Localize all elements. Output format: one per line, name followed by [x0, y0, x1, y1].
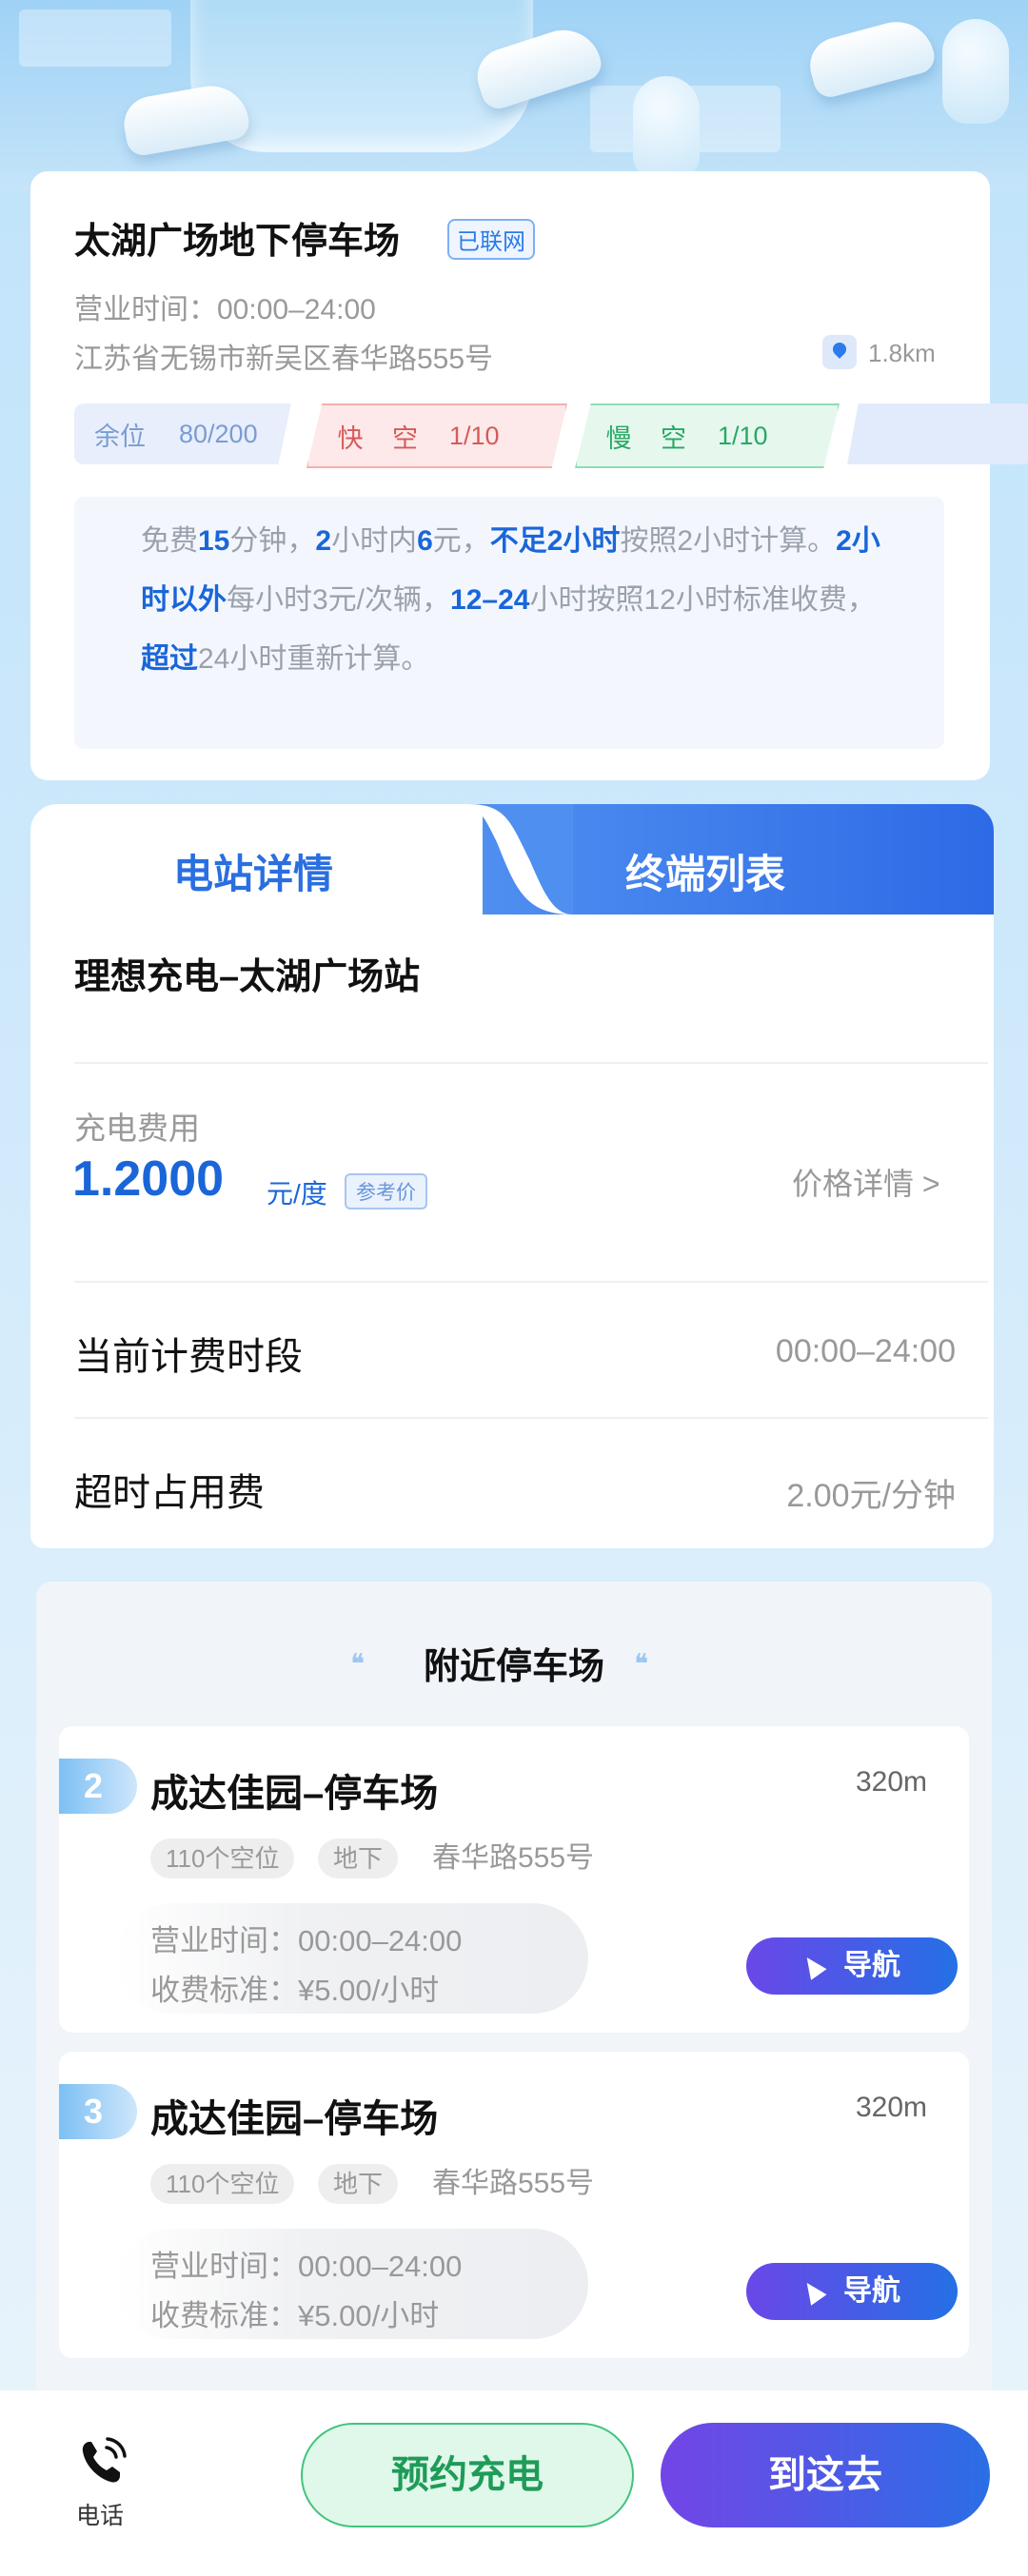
nearby-lot-road: 春华路555号 [432, 2168, 595, 2199]
slow-label: 慢 [605, 423, 632, 453]
navigation-arrow-icon [799, 1952, 827, 1980]
reserve-charging-button[interactable]: 预约充电 [301, 2423, 634, 2527]
overtime-fee-value: 2.00元/分钟 [786, 1478, 956, 1514]
slow-charger-pill: 慢 空 1/10 [575, 403, 840, 468]
nearby-lot-distance: 320m [855, 2092, 927, 2123]
nearby-lot-road: 春华路555号 [432, 1842, 595, 1874]
navigation-arrow-icon [799, 2277, 827, 2306]
hero-illustration [0, 0, 1028, 190]
fee-rule-box: 免费15分钟，2小时内6元，不足2小时按照2小时计算。2小时以外每小时3元/次辆… [74, 497, 944, 749]
billing-period-label: 当前计费时段 [74, 1336, 303, 1378]
nearby-lot-item[interactable]: 3 成达佳园–停车场 320m 110个空位 地下 春华路555号 营业时间：0… [59, 2052, 969, 2358]
fast-status: 空 [392, 423, 418, 453]
online-badge: 已联网 [447, 219, 535, 260]
charge-fee-label: 充电费用 [74, 1111, 200, 1146]
free-spaces-chip: 110个空位 [150, 1839, 295, 1878]
parking-distance: 1.8km [868, 339, 936, 367]
parking-name: 太湖广场地下停车场 [74, 222, 401, 262]
nearby-lot-name: 成达佳园–停车场 [150, 2098, 439, 2140]
underground-chip: 地下 [318, 2164, 399, 2204]
nearby-lot-distance: 320m [855, 1766, 927, 1798]
car-graphic [803, 13, 939, 101]
tab-terminal-list-label[interactable]: 终端列表 [625, 842, 785, 900]
charge-price: 1.2000 [72, 1151, 225, 1207]
nearby-lot-hours: 营业时间：00:00–24:00 [150, 1924, 463, 1957]
navigate-button[interactable]: 导航 [746, 1937, 958, 1995]
navigate-button[interactable]: 导航 [746, 2263, 958, 2320]
station-card: 电站详情 终端列表 理想充电–太湖广场站 充电费用 1.2000 元/度 参考价… [30, 804, 994, 1548]
phone-label[interactable]: 电话 [76, 2497, 124, 2531]
spaces-value: 80/200 [179, 419, 258, 448]
fast-value: 1/10 [449, 421, 500, 450]
slow-status: 空 [661, 423, 686, 453]
station-name: 理想充电–太湖广场站 [74, 957, 421, 997]
nearby-title: 附近停车场 [423, 1647, 604, 1687]
slow-value: 1/10 [718, 421, 768, 450]
nearby-lot-name: 成达佳园–停车场 [150, 1773, 439, 1815]
water-drop-icon: ❛❛ [634, 1649, 648, 1681]
rank-badge: 2 [59, 1759, 137, 1814]
price-detail-link[interactable]: 价格详情 > [792, 1160, 940, 1204]
parking-address: 江苏省无锡市新吴区春华路555号 [74, 344, 494, 375]
billing-period-value: 00:00–24:00 [775, 1333, 956, 1369]
spaces-pill: 余位 80/200 [74, 403, 291, 464]
divider [74, 1062, 988, 1064]
go-here-button[interactable]: 到这去 [661, 2423, 990, 2527]
tree-graphic [942, 19, 1009, 124]
rank-badge: 3 [59, 2084, 137, 2139]
nearby-lot-hours: 营业时间：00:00–24:00 [150, 2250, 463, 2283]
divider [74, 1417, 988, 1419]
overtime-fee-label: 超时占用费 [74, 1472, 265, 1514]
extra-pill [847, 403, 1028, 464]
station-detail-panel: 理想充电–太湖广场站 充电费用 1.2000 元/度 参考价 价格详情 > 当前… [30, 914, 994, 1548]
spaces-label: 余位 [94, 422, 146, 451]
free-spaces-chip: 110个空位 [150, 2164, 295, 2204]
nearby-lot-fee: 收费标准：¥5.00/小时 [150, 1974, 440, 2007]
nearby-lot-fee: 收费标准：¥5.00/小时 [150, 2299, 440, 2332]
bottom-action-bar: 电话 预约充电 到这去 [0, 2390, 1028, 2576]
parking-info-card: 太湖广场地下停车场 已联网 营业时间：00:00–24:00 江苏省无锡市新吴区… [30, 171, 1028, 780]
location-pin-icon[interactable] [822, 335, 857, 369]
underground-chip: 地下 [318, 1839, 399, 1878]
tree-graphic [633, 76, 700, 181]
nearby-lot-item[interactable]: 2 成达佳园–停车场 320m 110个空位 地下 春华路555号 营业时间：0… [59, 1726, 969, 2033]
phone-icon[interactable] [76, 2434, 129, 2491]
fee-rule-text: 免费15分钟，2小时内6元，不足2小时按照2小时计算。2小时以外每小时3元/次辆… [141, 525, 880, 675]
tab-station-detail[interactable]: 电站详情 [173, 842, 333, 900]
reference-price-tag: 参考价 [345, 1173, 427, 1209]
parking-hours: 营业时间：00:00–24:00 [74, 294, 376, 325]
divider [74, 1281, 988, 1283]
fast-label: 快 [337, 423, 364, 453]
nearby-parking-section: ❛❛ 附近停车场 ❛❛ 2 成达佳园–停车场 320m 110个空位 地下 春华… [36, 1582, 992, 2400]
car-graphic [119, 80, 252, 158]
charge-price-unit: 元/度 [267, 1179, 327, 1209]
fast-charger-pill: 快 空 1/10 [306, 403, 567, 468]
scene-block [19, 10, 171, 67]
